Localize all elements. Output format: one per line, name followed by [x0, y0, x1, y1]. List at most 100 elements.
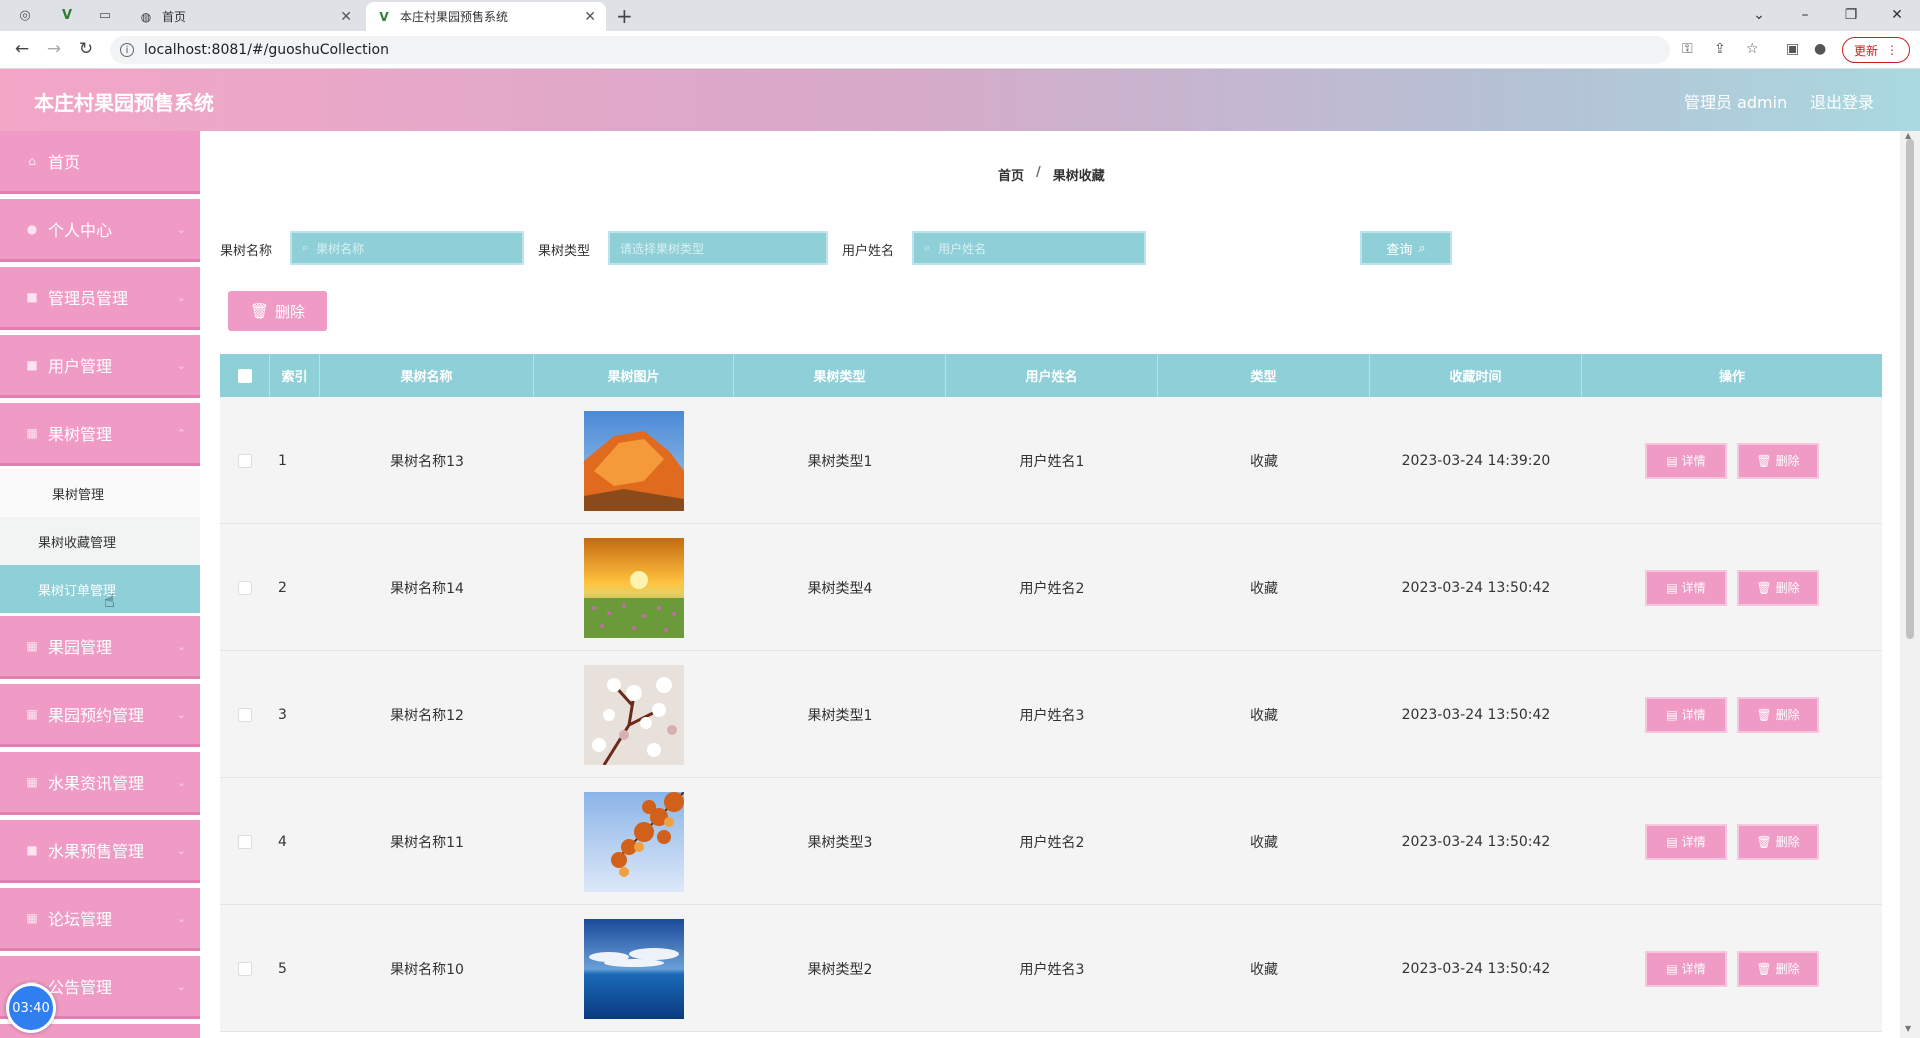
tree-image[interactable]: [584, 537, 684, 638]
side-panel-icon[interactable]: ▣: [1786, 41, 1799, 57]
type-cell: 果树类型1: [807, 707, 873, 724]
breadcrumb-home[interactable]: 首页: [998, 165, 1024, 184]
sidebar-item-orchards[interactable]: ▦ 果园管理 ⌄: [0, 616, 200, 676]
globe-icon: ◍: [140, 9, 152, 24]
tree-image[interactable]: [584, 664, 684, 766]
delete-button[interactable]: 🗑 删除: [1737, 442, 1819, 479]
chevron-down-icon: ⌄: [176, 911, 186, 925]
share-icon[interactable]: ⇪: [1714, 41, 1726, 57]
minimize-icon[interactable]: –: [1782, 2, 1828, 28]
key-icon[interactable]: ⚿: [1682, 41, 1693, 57]
detail-button[interactable]: ▤ 详情: [1645, 950, 1727, 987]
actions-cell: ▤ 详情 🗑 删除: [1582, 778, 1882, 905]
close-tab-icon[interactable]: ✕: [340, 9, 352, 25]
search-name-label: 果树名称: [220, 244, 273, 259]
submenu-item-tree-orders[interactable]: 果树订单管理: [0, 565, 200, 613]
row-checkbox[interactable]: [238, 580, 252, 595]
row-checkbox[interactable]: [238, 961, 252, 976]
tab-title: 本庄村果园预售系统: [400, 10, 509, 24]
tree-image[interactable]: [584, 918, 684, 1019]
search-user-input[interactable]: ⌕ 用户姓名: [912, 231, 1146, 265]
chevron-down-icon: ⌄: [176, 775, 186, 789]
update-button[interactable]: 更新 ⋮: [1842, 37, 1910, 63]
index-cell: 5: [278, 960, 287, 977]
back-icon[interactable]: ←: [10, 39, 34, 59]
image-cell: [534, 778, 734, 905]
reload-icon[interactable]: ↻: [74, 39, 98, 59]
logout-link[interactable]: 退出登录: [1810, 89, 1874, 113]
tab-active[interactable]: V 本庄村果园预售系统 ✕: [366, 2, 606, 31]
kind-cell: 收藏: [1250, 834, 1278, 851]
user-cell: 用户姓名1: [1019, 453, 1085, 470]
image-cell: [534, 651, 734, 778]
placeholder-text: 果树名称: [316, 241, 365, 256]
page-scrollbar[interactable]: ▲ ▼: [1900, 131, 1920, 1038]
detail-button[interactable]: ▤ 详情: [1645, 442, 1727, 479]
column-header-time: 收藏时间: [1370, 354, 1582, 397]
tree-image[interactable]: [584, 790, 685, 892]
delete-button[interactable]: 🗑 删除: [1737, 950, 1819, 987]
sidebar-item-fruit-news[interactable]: ▦ 水果资讯管理 ⌄: [0, 752, 200, 812]
sidebar-item-users[interactable]: ■ 用户管理 ⌄: [0, 335, 200, 395]
sidebar-item-profile[interactable]: ● 个人中心 ⌄: [0, 199, 200, 259]
sidebar-item-label: 水果预售管理: [48, 842, 145, 861]
sidebar-item-fruit-presale[interactable]: ■ 水果预售管理 ⌄: [0, 820, 200, 880]
delete-button[interactable]: 🗑 删除: [1737, 823, 1819, 860]
row-checkbox[interactable]: [238, 834, 252, 849]
batch-delete-button[interactable]: 🗑 删除: [228, 291, 327, 331]
sidebar-item-admins[interactable]: ■ 管理员管理 ⌄: [0, 267, 200, 327]
type-cell: 果树类型4: [807, 580, 873, 597]
vue-icon[interactable]: V: [58, 6, 76, 24]
search-name-input[interactable]: ⌕ 果树名称: [290, 231, 524, 265]
browser-icon[interactable]: ◎: [16, 6, 34, 24]
name-cell: 果树名称14: [390, 580, 464, 597]
close-tab-icon[interactable]: ✕: [584, 9, 596, 25]
tab-home[interactable]: ◍ 首页 ✕: [128, 2, 362, 31]
select-all-checkbox[interactable]: [237, 368, 252, 383]
profile-icon[interactable]: ●: [1814, 41, 1826, 57]
site-info-icon[interactable]: i: [120, 43, 134, 57]
grid-icon: ▦: [26, 639, 38, 653]
actions-cell: ▤ 详情 🗑 删除: [1582, 524, 1882, 651]
sidebar-item-forum[interactable]: ▦ 论坛管理 ⌄: [0, 888, 200, 948]
user-cell: 用户姓名2: [1019, 580, 1085, 597]
detail-button[interactable]: ▤ 详情: [1645, 569, 1727, 606]
query-button[interactable]: 查询 ⌕: [1360, 231, 1452, 265]
trash-icon: 🗑: [1756, 453, 1772, 468]
delete-button[interactable]: 🗑 删除: [1737, 569, 1819, 606]
grid-icon: ▦: [26, 775, 38, 789]
index-cell: 1: [278, 452, 287, 469]
grid-icon: ▦: [26, 707, 38, 721]
blank-page-icon[interactable]: ▭: [96, 6, 114, 24]
forward-icon[interactable]: →: [42, 39, 66, 59]
admin-label[interactable]: 管理员 admin: [1684, 89, 1787, 113]
search-icon: ⌕: [1418, 240, 1426, 256]
image-cell: [534, 397, 734, 524]
submenu-item-tree-management[interactable]: 果树管理: [0, 469, 200, 517]
scrollbar-thumb[interactable]: [1906, 139, 1914, 639]
trash-icon: 🗑: [1756, 961, 1772, 976]
tree-image[interactable]: [584, 410, 684, 511]
delete-button[interactable]: 🗑 删除: [1737, 696, 1819, 733]
tab-search-icon[interactable]: ⌄: [1736, 2, 1782, 28]
sidebar-item-fruit-trees[interactable]: ▦ 果树管理 ⌃: [0, 403, 200, 463]
new-tab-icon[interactable]: +: [616, 4, 633, 28]
restore-icon[interactable]: ❐: [1828, 2, 1874, 28]
close-window-icon[interactable]: ✕: [1874, 2, 1920, 28]
search-type-select[interactable]: 请选择果树类型: [608, 231, 828, 265]
sidebar-item-orchard-booking[interactable]: ▦ 果园预约管理 ⌄: [0, 684, 200, 744]
row-checkbox[interactable]: [238, 707, 252, 722]
kind-cell: 收藏: [1250, 453, 1278, 470]
type-cell: 果树类型2: [807, 961, 873, 978]
detail-button[interactable]: ▤ 详情: [1645, 823, 1727, 860]
sidebar-item-home[interactable]: ⌂ 首页: [0, 131, 200, 191]
briefcase-icon: ■: [26, 843, 38, 857]
url-field[interactable]: i localhost:8081/#/guoshuCollection: [110, 36, 1670, 64]
row-checkbox[interactable]: [238, 453, 252, 468]
detail-label: 详情: [1681, 454, 1706, 468]
sidebar-item-label: 水果资讯管理: [48, 774, 145, 793]
submenu-item-tree-collection[interactable]: 果树收藏管理: [0, 517, 200, 565]
scroll-down-icon[interactable]: ▼: [1905, 1024, 1911, 1033]
star-icon[interactable]: ☆: [1746, 41, 1759, 57]
detail-button[interactable]: ▤ 详情: [1645, 696, 1727, 733]
